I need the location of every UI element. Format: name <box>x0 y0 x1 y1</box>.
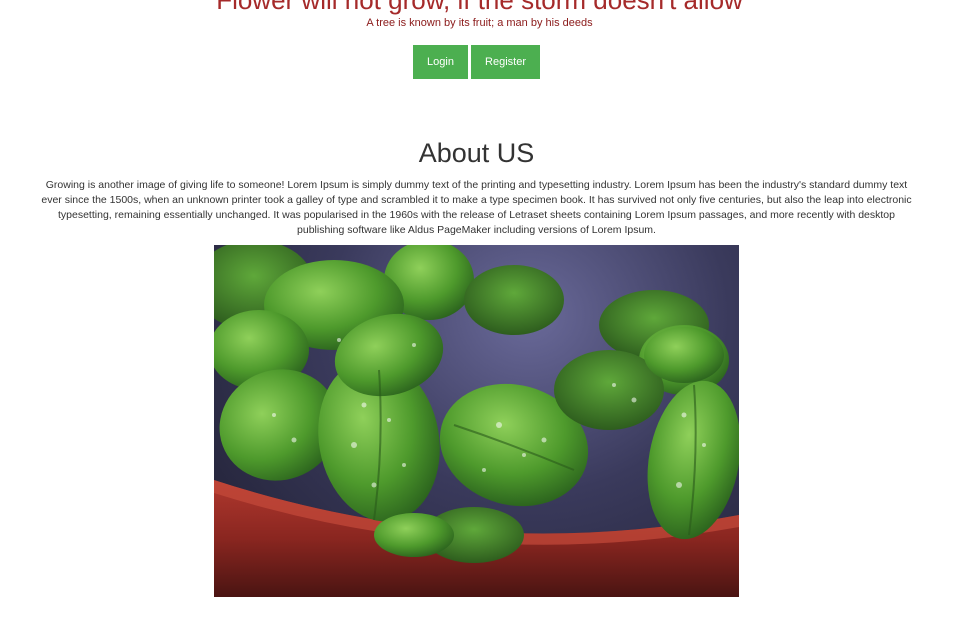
about-text: Growing is another image of giving life … <box>41 179 912 236</box>
basil-plant-image <box>214 245 739 597</box>
login-button[interactable]: Login <box>413 45 468 79</box>
hero-subtitle: A tree is known by its fruit; a man by h… <box>366 17 593 29</box>
hero-title: Flower will not grow, if the storm doesn… <box>216 0 743 15</box>
register-button[interactable]: Register <box>471 45 540 79</box>
about-heading: About US <box>418 138 535 168</box>
page: Flower will not grow, if the storm doesn… <box>0 0 959 621</box>
auth-buttons: Login Register <box>413 45 540 79</box>
